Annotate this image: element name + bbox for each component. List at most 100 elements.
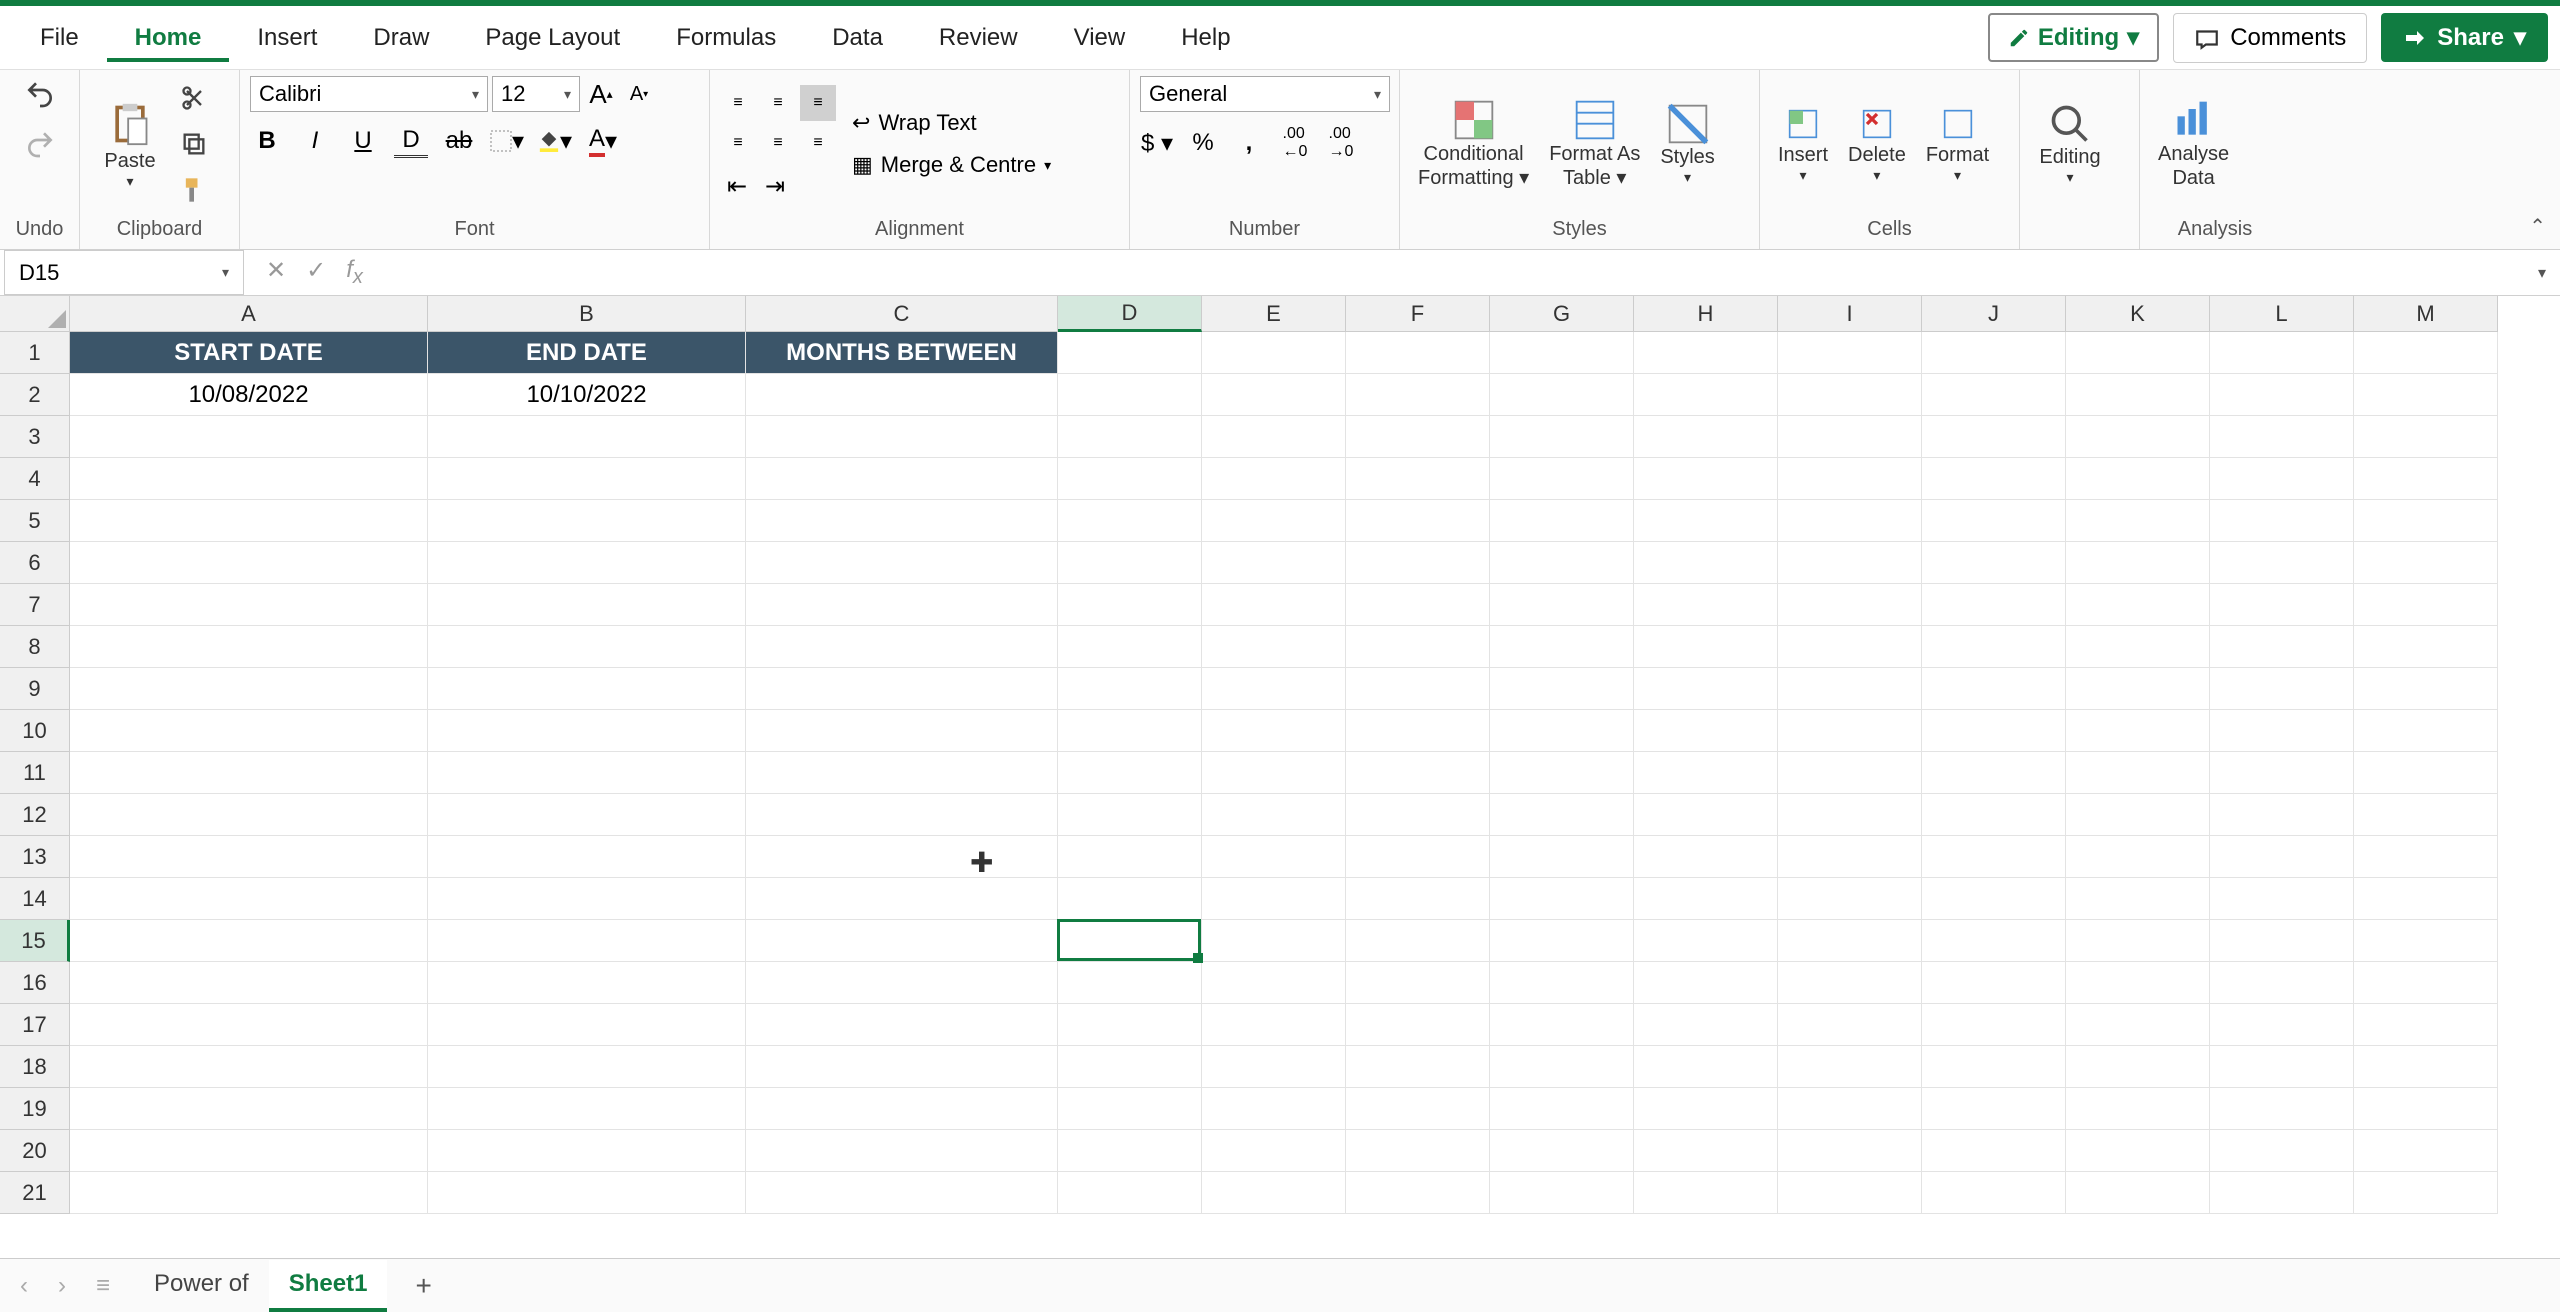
cell-C19[interactable] (746, 1088, 1058, 1130)
cell-C9[interactable] (746, 668, 1058, 710)
cell-C3[interactable] (746, 416, 1058, 458)
cell-H2[interactable] (1634, 374, 1778, 416)
cell-H20[interactable] (1634, 1130, 1778, 1172)
fx-button[interactable]: fx (346, 256, 363, 289)
cell-A9[interactable] (70, 668, 428, 710)
cell-G11[interactable] (1490, 752, 1634, 794)
cell-M4[interactable] (2354, 458, 2498, 500)
cell-H11[interactable] (1634, 752, 1778, 794)
redo-button[interactable] (22, 126, 58, 162)
cell-I6[interactable] (1778, 542, 1922, 584)
menu-help[interactable]: Help (1153, 14, 1258, 62)
cell-C14[interactable] (746, 878, 1058, 920)
cell-M5[interactable] (2354, 500, 2498, 542)
cell-A20[interactable] (70, 1130, 428, 1172)
cell-M3[interactable] (2354, 416, 2498, 458)
delete-cells-button[interactable]: Delete▾ (1840, 100, 1914, 188)
cell-B12[interactable] (428, 794, 746, 836)
cell-C15[interactable] (746, 920, 1058, 962)
cell-F16[interactable] (1346, 962, 1490, 1004)
cell-B8[interactable] (428, 626, 746, 668)
cell-F10[interactable] (1346, 710, 1490, 752)
cell-M2[interactable] (2354, 374, 2498, 416)
cell-L15[interactable] (2210, 920, 2354, 962)
cell-F1[interactable] (1346, 332, 1490, 374)
column-header-H[interactable]: H (1634, 296, 1778, 332)
cell-G10[interactable] (1490, 710, 1634, 752)
cell-L16[interactable] (2210, 962, 2354, 1004)
cell-K11[interactable] (2066, 752, 2210, 794)
cell-H7[interactable] (1634, 584, 1778, 626)
row-header-18[interactable]: 18 (0, 1046, 70, 1088)
cell-A4[interactable] (70, 458, 428, 500)
cell-I21[interactable] (1778, 1172, 1922, 1214)
cell-C20[interactable] (746, 1130, 1058, 1172)
cell-D11[interactable] (1058, 752, 1202, 794)
align-top-center[interactable]: ≡ (760, 85, 796, 121)
column-header-L[interactable]: L (2210, 296, 2354, 332)
cell-F11[interactable] (1346, 752, 1490, 794)
cell-D13[interactable] (1058, 836, 1202, 878)
cell-E20[interactable] (1202, 1130, 1346, 1172)
row-header-1[interactable]: 1 (0, 332, 70, 374)
cell-J2[interactable] (1922, 374, 2066, 416)
cell-G4[interactable] (1490, 458, 1634, 500)
cell-E2[interactable] (1202, 374, 1346, 416)
cell-I13[interactable] (1778, 836, 1922, 878)
cell-J12[interactable] (1922, 794, 2066, 836)
cell-C7[interactable] (746, 584, 1058, 626)
cell-L12[interactable] (2210, 794, 2354, 836)
cell-E8[interactable] (1202, 626, 1346, 668)
percent-button[interactable]: % (1186, 126, 1220, 160)
row-header-14[interactable]: 14 (0, 878, 70, 920)
cell-D2[interactable] (1058, 374, 1202, 416)
formula-input[interactable] (381, 250, 2524, 295)
cell-K4[interactable] (2066, 458, 2210, 500)
cell-G9[interactable] (1490, 668, 1634, 710)
cell-H1[interactable] (1634, 332, 1778, 374)
column-header-B[interactable]: B (428, 296, 746, 332)
cell-J5[interactable] (1922, 500, 2066, 542)
cell-F12[interactable] (1346, 794, 1490, 836)
spreadsheet-grid[interactable]: ABCDEFGHIJKLM 12345678910111213141516171… (0, 296, 2560, 1258)
column-header-M[interactable]: M (2354, 296, 2498, 332)
cell-A11[interactable] (70, 752, 428, 794)
cell-B16[interactable] (428, 962, 746, 1004)
cell-L7[interactable] (2210, 584, 2354, 626)
fill-color-button[interactable]: ▾ (538, 124, 572, 158)
cell-E4[interactable] (1202, 458, 1346, 500)
cell-I12[interactable] (1778, 794, 1922, 836)
cell-C12[interactable] (746, 794, 1058, 836)
cell-M17[interactable] (2354, 1004, 2498, 1046)
cell-K3[interactable] (2066, 416, 2210, 458)
cell-L11[interactable] (2210, 752, 2354, 794)
menu-draw[interactable]: Draw (345, 14, 457, 62)
cell-A12[interactable] (70, 794, 428, 836)
cell-B10[interactable] (428, 710, 746, 752)
number-format-select[interactable]: General▾ (1140, 76, 1390, 112)
row-header-6[interactable]: 6 (0, 542, 70, 584)
cell-L1[interactable] (2210, 332, 2354, 374)
cell-M21[interactable] (2354, 1172, 2498, 1214)
cell-J17[interactable] (1922, 1004, 2066, 1046)
row-header-16[interactable]: 16 (0, 962, 70, 1004)
cell-J21[interactable] (1922, 1172, 2066, 1214)
cell-K6[interactable] (2066, 542, 2210, 584)
cell-B21[interactable] (428, 1172, 746, 1214)
cell-G2[interactable] (1490, 374, 1634, 416)
increase-indent-button[interactable]: ⇥ (758, 169, 792, 203)
cell-B3[interactable] (428, 416, 746, 458)
cell-L17[interactable] (2210, 1004, 2354, 1046)
cell-I19[interactable] (1778, 1088, 1922, 1130)
cell-I18[interactable] (1778, 1046, 1922, 1088)
decrease-font-button[interactable]: A▾ (622, 77, 656, 111)
cell-H10[interactable] (1634, 710, 1778, 752)
cell-M8[interactable] (2354, 626, 2498, 668)
sheet-tab-power-of[interactable]: Power of (134, 1260, 269, 1312)
cell-L3[interactable] (2210, 416, 2354, 458)
cell-B20[interactable] (428, 1130, 746, 1172)
column-header-F[interactable]: F (1346, 296, 1490, 332)
cell-E7[interactable] (1202, 584, 1346, 626)
cell-I3[interactable] (1778, 416, 1922, 458)
cell-A7[interactable] (70, 584, 428, 626)
